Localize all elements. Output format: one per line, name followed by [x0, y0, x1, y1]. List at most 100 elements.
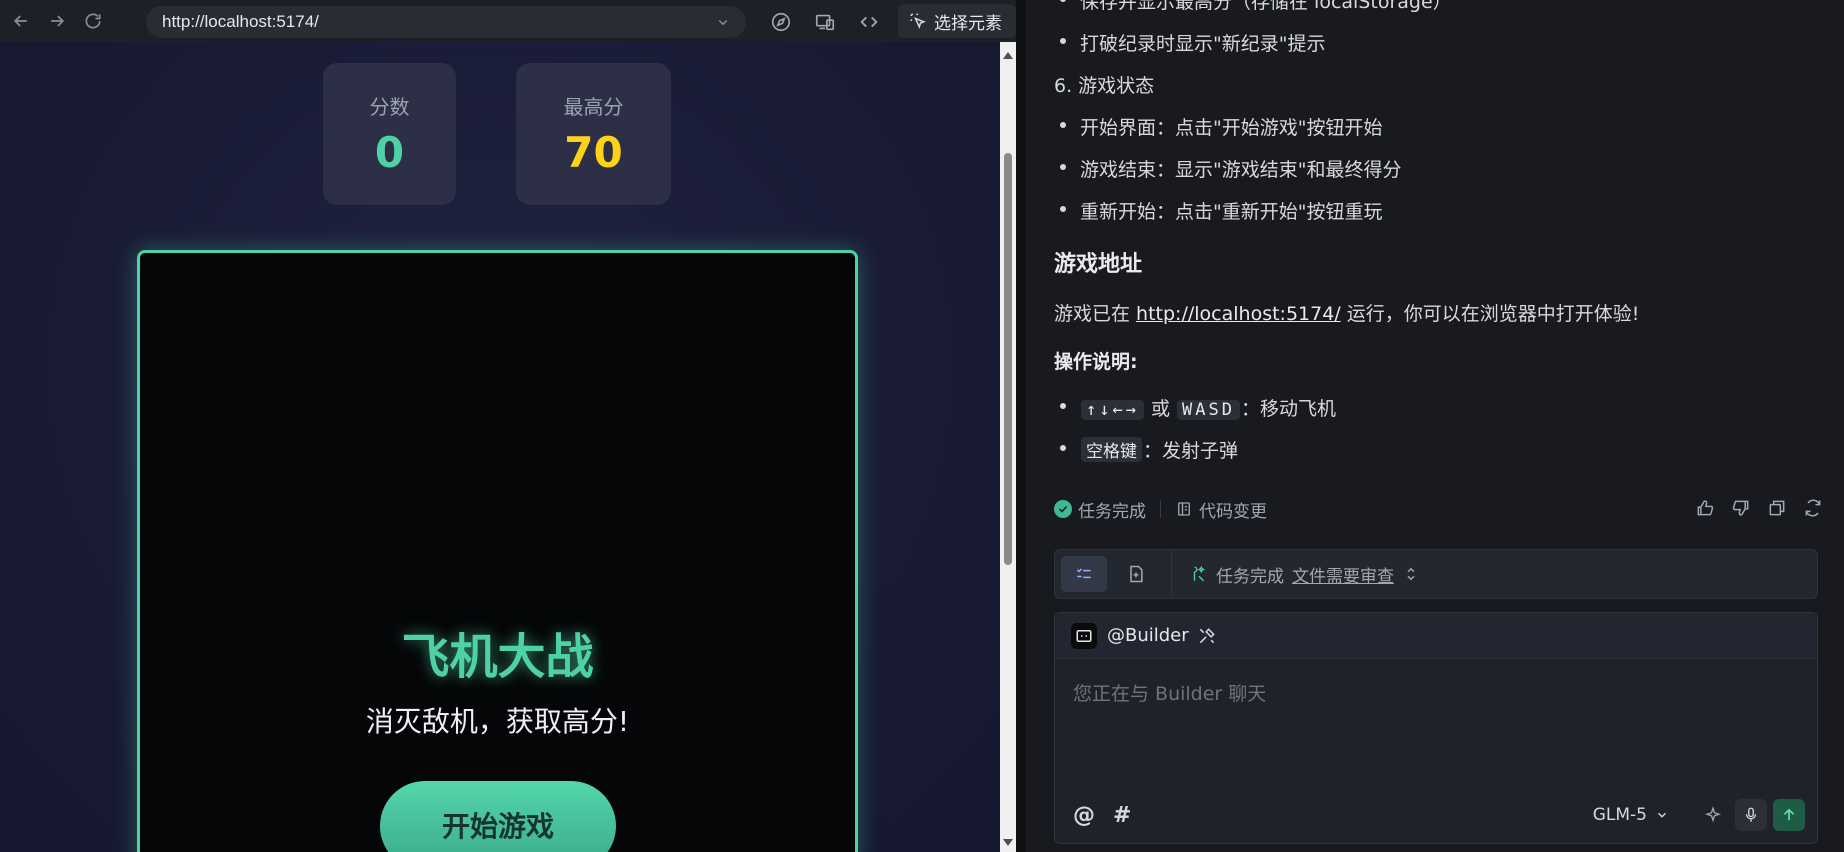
chat-panel: 保存并显示最高分（存储在 localStorage） 打破纪录时显示"新纪录"提…: [1026, 0, 1844, 852]
chevron-updown-icon[interactable]: [1402, 565, 1420, 583]
reload-icon: [85, 13, 101, 29]
files-review-link[interactable]: 文件需要审查: [1292, 562, 1394, 587]
file-add-button[interactable]: [1113, 556, 1159, 592]
best-score-value: 70: [564, 128, 623, 177]
compass-icon: [771, 12, 791, 32]
devtools-button[interactable]: [854, 8, 884, 36]
list-item: 游戏结束：显示"游戏结束"和最终得分: [1059, 155, 1401, 182]
chevron-down-icon[interactable]: [714, 13, 732, 31]
compass-button[interactable]: [766, 8, 796, 36]
code-changes-button[interactable]: 代码变更: [1175, 497, 1267, 522]
address-suffix: 运行，你可以在浏览器中打开体验!: [1340, 303, 1640, 325]
diff-book-icon: [1178, 502, 1190, 516]
back-button[interactable]: [6, 6, 36, 36]
best-score-card: 最高分 70: [516, 63, 671, 205]
chevron-down-icon: [1658, 812, 1666, 818]
thumbs-down-icon: [1732, 500, 1749, 516]
scroll-down-arrow[interactable]: [1003, 839, 1013, 846]
agent-name: @Builder: [1107, 625, 1189, 646]
tools-icon[interactable]: [1197, 626, 1217, 646]
chat-input-box: @Builder 您正在与 Builder 聊天 @ # GLM-5: [1054, 612, 1818, 844]
copy-button[interactable]: [1766, 497, 1788, 519]
thumbs-up-button[interactable]: [1694, 497, 1716, 519]
list-item: 重新开始：点击"重新开始"按钮重玩: [1059, 197, 1382, 224]
list-item: 保存并显示最高分（存储在 localStorage）: [1060, 0, 1452, 14]
feedback-icons: [1694, 497, 1824, 519]
message-status-row: 任务完成 代码变更: [1054, 494, 1824, 524]
browser-tools: [766, 8, 884, 36]
model-name: GLM-5: [1592, 805, 1647, 825]
section-heading: 6. 游戏状态: [1054, 75, 1155, 97]
cursor-select-icon: [910, 13, 926, 29]
regenerate-button[interactable]: [1802, 497, 1824, 519]
url-text[interactable]: http://localhost:5174/: [162, 12, 714, 32]
address-bar[interactable]: http://localhost:5174/: [146, 6, 746, 38]
responsive-button[interactable]: [810, 8, 840, 36]
check-circle-icon: [1054, 500, 1072, 518]
devices-icon: [815, 14, 835, 31]
game-address-heading: 游戏地址: [1054, 252, 1143, 277]
or-text: 或: [1144, 398, 1177, 420]
task-review-status[interactable]: 任务完成 文件需要审查: [1190, 562, 1420, 587]
controls-heading: 操作说明:: [1054, 351, 1138, 373]
sparkle-edit-icon: [1193, 565, 1206, 582]
arrow-keys: ↑↓←→: [1081, 400, 1144, 420]
browser-preview: http://localhost:5174/ 选择元素 分数 0 最高分 70 …: [0, 0, 1016, 852]
task-status-bar: 任务完成 文件需要审查: [1054, 549, 1818, 599]
wasd-keys: WASD: [1177, 400, 1240, 420]
microphone-icon: [1745, 807, 1757, 822]
copy-icon: [1769, 500, 1785, 516]
checklist-icon: [1076, 568, 1091, 579]
arrow-up-icon: [1783, 808, 1795, 821]
thumbs-down-button[interactable]: [1730, 497, 1752, 519]
list-item: 空格键 ：发射子弹: [1059, 436, 1239, 463]
file-plus-icon: [1130, 565, 1143, 583]
arrow-right-icon: [51, 15, 65, 27]
address-prefix: 游戏已在: [1054, 303, 1137, 325]
score-value: 0: [374, 128, 405, 177]
arrow-left-icon: [13, 15, 27, 27]
task-complete-text: 任务完成: [1216, 566, 1284, 587]
list-item: 打破纪录时显示"新纪录"提示: [1059, 29, 1325, 56]
fire-description: ：发射子弹: [1143, 440, 1239, 462]
mention-button[interactable]: @: [1073, 803, 1095, 828]
vertical-scrollbar[interactable]: [1000, 42, 1016, 852]
score-label: 分数: [369, 95, 410, 119]
scroll-up-arrow[interactable]: [1003, 52, 1013, 59]
model-selector[interactable]: GLM-5: [1593, 805, 1669, 825]
task-bar-divider: [1171, 549, 1172, 599]
voice-input-button[interactable]: [1735, 799, 1767, 831]
agent-selector[interactable]: @Builder: [1055, 613, 1817, 659]
list-item: 开始界面：点击"开始游戏"按钮开始: [1059, 113, 1382, 140]
send-button[interactable]: [1773, 799, 1805, 831]
hashtag-button[interactable]: #: [1113, 803, 1131, 828]
start-game-button[interactable]: 开始游戏: [380, 781, 616, 852]
panel-divider[interactable]: [1016, 0, 1026, 852]
scroll-thumb[interactable]: [1004, 153, 1012, 565]
localhost-link[interactable]: http://localhost:5174/: [1136, 303, 1341, 325]
game-page: 分数 0 最高分 70 飞机大战 消灭敌机，获取高分! 开始游戏: [0, 42, 1000, 852]
task-list-button[interactable]: [1061, 556, 1107, 592]
sparkle-icon: [1704, 806, 1722, 823]
refresh-icon: [1805, 499, 1821, 517]
select-element-label: 选择元素: [934, 13, 1002, 34]
status-divider: [1160, 500, 1161, 518]
address-paragraph: 游戏已在 http://localhost:5174/ 运行，你可以在浏览器中打…: [1054, 299, 1639, 326]
game-subtitle: 消灭敌机，获取高分!: [365, 705, 630, 738]
chat-input-field[interactable]: 您正在与 Builder 聊天: [1073, 679, 1266, 706]
input-toolbar: @ # GLM-5: [1055, 795, 1817, 835]
move-description: ：移动飞机: [1241, 398, 1337, 420]
enhance-prompt-button[interactable]: [1697, 799, 1729, 831]
builder-avatar-icon: [1071, 622, 1097, 649]
score-card: 分数 0: [323, 63, 456, 205]
code-icon: [860, 16, 878, 28]
code-changes-label: 代码变更: [1199, 501, 1267, 522]
task-complete-label: 任务完成: [1078, 501, 1146, 522]
game-title: 飞机大战: [401, 629, 594, 685]
select-element-button[interactable]: 选择元素: [898, 4, 1016, 38]
forward-button[interactable]: [42, 6, 72, 36]
best-score-label: 最高分: [563, 95, 624, 119]
list-item: ↑↓←→ 或 WASD ：移动飞机: [1059, 394, 1337, 421]
game-canvas[interactable]: 飞机大战 消灭敌机，获取高分! 开始游戏: [137, 250, 858, 852]
reload-button[interactable]: [78, 6, 108, 36]
